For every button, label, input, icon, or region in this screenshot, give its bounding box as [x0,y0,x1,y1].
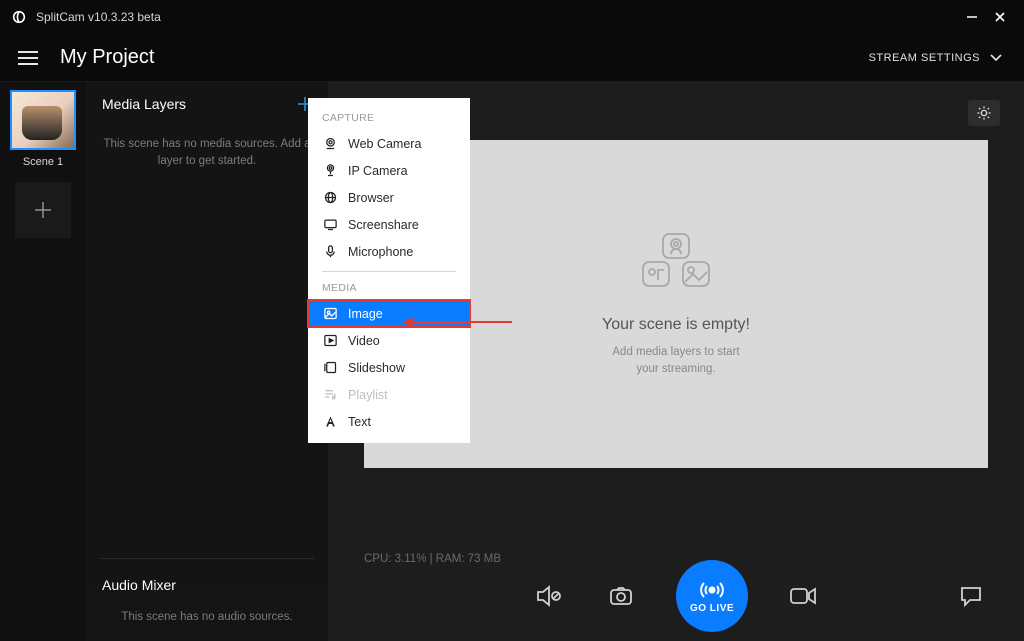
menu-item-playlist[interactable]: Playlist [308,381,470,408]
menu-section-capture: CAPTURE [308,108,470,130]
menu-section-media: MEDIA [308,278,470,300]
audio-mixer-title: Audio Mixer [86,559,328,593]
project-title: My Project [60,46,154,69]
chevron-down-icon [990,54,1002,62]
chat-button[interactable] [954,579,988,613]
close-button[interactable] [986,7,1014,27]
screenshare-icon [322,217,338,232]
globe-icon [322,190,338,205]
image-icon [322,306,338,321]
menu-button[interactable] [18,50,38,66]
scene-thumbnail[interactable] [10,90,76,150]
empty-scene-subtitle: Add media layers to startyour streaming. [612,344,739,379]
snapshot-button[interactable] [604,579,638,613]
media-layers-hint: This scene has no media sources. Add a l… [86,118,328,171]
menu-item-web-camera[interactable]: Web Camera [308,130,470,157]
app-logo-icon [10,8,28,26]
go-live-button[interactable]: GO LIVE [676,560,748,632]
broadcast-icon [697,579,727,601]
playlist-icon [322,387,338,402]
menu-divider [322,271,456,272]
menu-item-browser[interactable]: Browser [308,184,470,211]
media-layers-title: Media Layers [102,96,186,112]
record-button[interactable] [786,579,820,613]
menu-item-slideshow[interactable]: Slideshow [308,354,470,381]
app-header: My Project STREAM SETTINGS [0,34,1024,82]
menu-item-text[interactable]: Text [308,408,470,435]
video-icon [322,333,338,348]
menu-item-microphone[interactable]: Microphone [308,238,470,265]
layers-panel: Media Layers This scene has no media sou… [86,82,328,641]
minimize-button[interactable] [958,7,986,27]
add-layer-menu: CAPTURE Web Camera IP Camera Browser Scr… [308,98,470,443]
audio-mixer-hint: This scene has no audio sources. [86,593,328,641]
add-scene-button[interactable] [15,182,71,238]
stream-settings-dropdown[interactable]: STREAM SETTINGS [865,46,1006,70]
mic-icon [322,244,338,259]
ipcam-icon [322,163,338,178]
empty-scene-title: Your scene is empty! [602,316,750,334]
annotation-arrow [402,312,512,332]
slideshow-icon [322,360,338,375]
bottom-toolbar: GO LIVE [328,551,1024,641]
window-title: SplitCam v10.3.23 beta [36,10,161,24]
menu-item-screenshare[interactable]: Screenshare [308,211,470,238]
menu-item-ip-camera[interactable]: IP Camera [308,157,470,184]
mute-button[interactable] [532,579,566,613]
go-live-label: GO LIVE [690,603,734,614]
titlebar: SplitCam v10.3.23 beta [0,0,1024,34]
scene-label: Scene 1 [23,156,63,168]
empty-scene-icon [633,230,719,294]
scenes-sidebar: Scene 1 [0,82,86,641]
camera-icon [322,136,338,151]
text-icon [322,414,338,429]
stream-settings-label: STREAM SETTINGS [869,52,980,64]
